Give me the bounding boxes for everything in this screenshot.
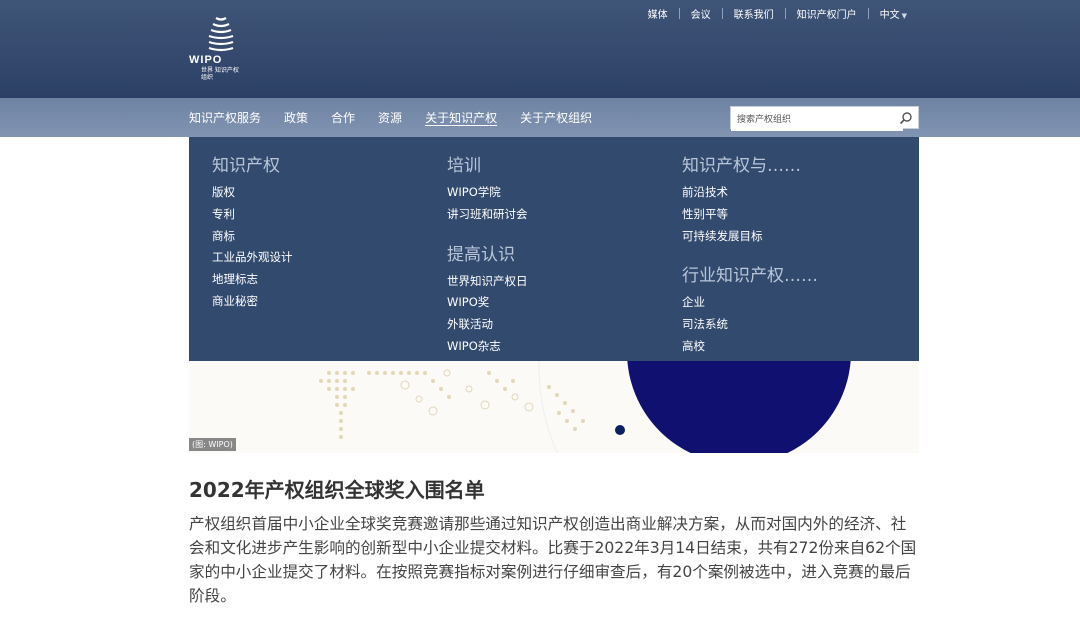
menu-item-outreach[interactable]: 外联活动 [447, 314, 528, 336]
link-media[interactable]: 媒体 [637, 6, 679, 21]
menu-item-ip-day[interactable]: 世界知识产权日 [447, 271, 528, 293]
menu-item-trade-secrets[interactable]: 商业秘密 [212, 291, 293, 313]
menu-column-ip-and: 知识产权与…… 前沿技术 性别平等 可持续发展目标 行业知识产权…… 企业 司法… [682, 151, 818, 358]
wipo-logo[interactable]: WIPO 世界 知识产权 组织 [189, 8, 249, 92]
search-input[interactable] [731, 109, 903, 131]
menu-heading: 知识产权 [212, 156, 280, 176]
nav-about-wipo[interactable]: 关于产权组织 [520, 109, 592, 126]
menu-heading: 知识产权与…… [682, 156, 801, 176]
language-label: 中文 [879, 10, 900, 21]
link-meetings[interactable]: 会议 [680, 6, 722, 21]
article-body: 产权组织首届中小企业全球奖竞赛邀请那些通过知识产权创造出商业解决方案，从而对国内… [189, 515, 917, 605]
menu-item-judiciary[interactable]: 司法系统 [682, 314, 818, 336]
main-nav: 知识产权服务 政策 合作 资源 关于知识产权 关于产权组织 [189, 98, 615, 137]
mega-menu: 知识产权 版权 专利 商标 工业品外观设计 地理标志 商业秘密 培训 WIPO学… [189, 137, 919, 361]
menu-item-sdgs[interactable]: 可持续发展目标 [682, 226, 818, 248]
menu-item-trademarks[interactable]: 商标 [212, 226, 293, 248]
language-selector[interactable]: 中文 ▼ [869, 6, 918, 21]
menu-item-workshops[interactable]: 讲习班和研讨会 [447, 204, 528, 226]
menu-column-ip: 知识产权 版权 专利 商标 工业品外观设计 地理标志 商业秘密 [212, 151, 293, 313]
menu-item-magazine[interactable]: WIPO杂志 [447, 336, 528, 358]
menu-heading: 行业知识产权…… [682, 266, 818, 287]
image-caption: (图: WIPO) [189, 438, 236, 451]
utility-links: 媒体 会议 联系我们 知识产权门户 中文 ▼ [637, 6, 918, 21]
site-header: WIPO 世界 知识产权 组织 媒体 会议 联系我们 知识产权门户 中文 ▼ [0, 0, 1080, 98]
nav-ip-services[interactable]: 知识产权服务 [189, 109, 261, 126]
wipo-emblem-icon [208, 17, 234, 52]
menu-item-frontier-tech[interactable]: 前沿技术 [682, 182, 818, 204]
menu-heading: 提高认识 [447, 244, 515, 265]
menu-item-academy[interactable]: WIPO学院 [447, 182, 528, 204]
nav-resources[interactable]: 资源 [378, 109, 402, 126]
menu-item-designs[interactable]: 工业品外观设计 [212, 247, 293, 269]
link-contact[interactable]: 联系我们 [723, 6, 785, 21]
link-ip-portal[interactable]: 知识产权门户 [786, 6, 868, 21]
menu-item-copyright[interactable]: 版权 [212, 182, 293, 204]
nav-about-ip[interactable]: 关于知识产权 [425, 109, 497, 126]
menu-item-awards[interactable]: WIPO奖 [447, 292, 528, 314]
search-icon[interactable] [899, 111, 913, 125]
menu-item-geo-indications[interactable]: 地理标志 [212, 269, 293, 291]
logo-wordmark: WIPO [189, 54, 223, 66]
menu-column-training: 培训 WIPO学院 讲习班和研讨会 提高认识 世界知识产权日 WIPO奖 外联活… [447, 151, 528, 358]
menu-heading: 培训 [447, 156, 481, 176]
chevron-down-icon: ▼ [901, 12, 907, 20]
menu-item-gender-equality[interactable]: 性别平等 [682, 204, 818, 226]
article-title: 2022年产权组织全球奖入围名单 [189, 478, 485, 502]
nav-cooperation[interactable]: 合作 [331, 109, 355, 126]
logo-subtitle: 世界 知识产权 组织 [201, 67, 239, 81]
search-box [730, 106, 919, 131]
nav-policy[interactable]: 政策 [284, 109, 308, 126]
menu-item-business[interactable]: 企业 [682, 292, 818, 314]
menu-item-patents[interactable]: 专利 [212, 204, 293, 226]
menu-item-universities[interactable]: 高校 [682, 336, 818, 358]
